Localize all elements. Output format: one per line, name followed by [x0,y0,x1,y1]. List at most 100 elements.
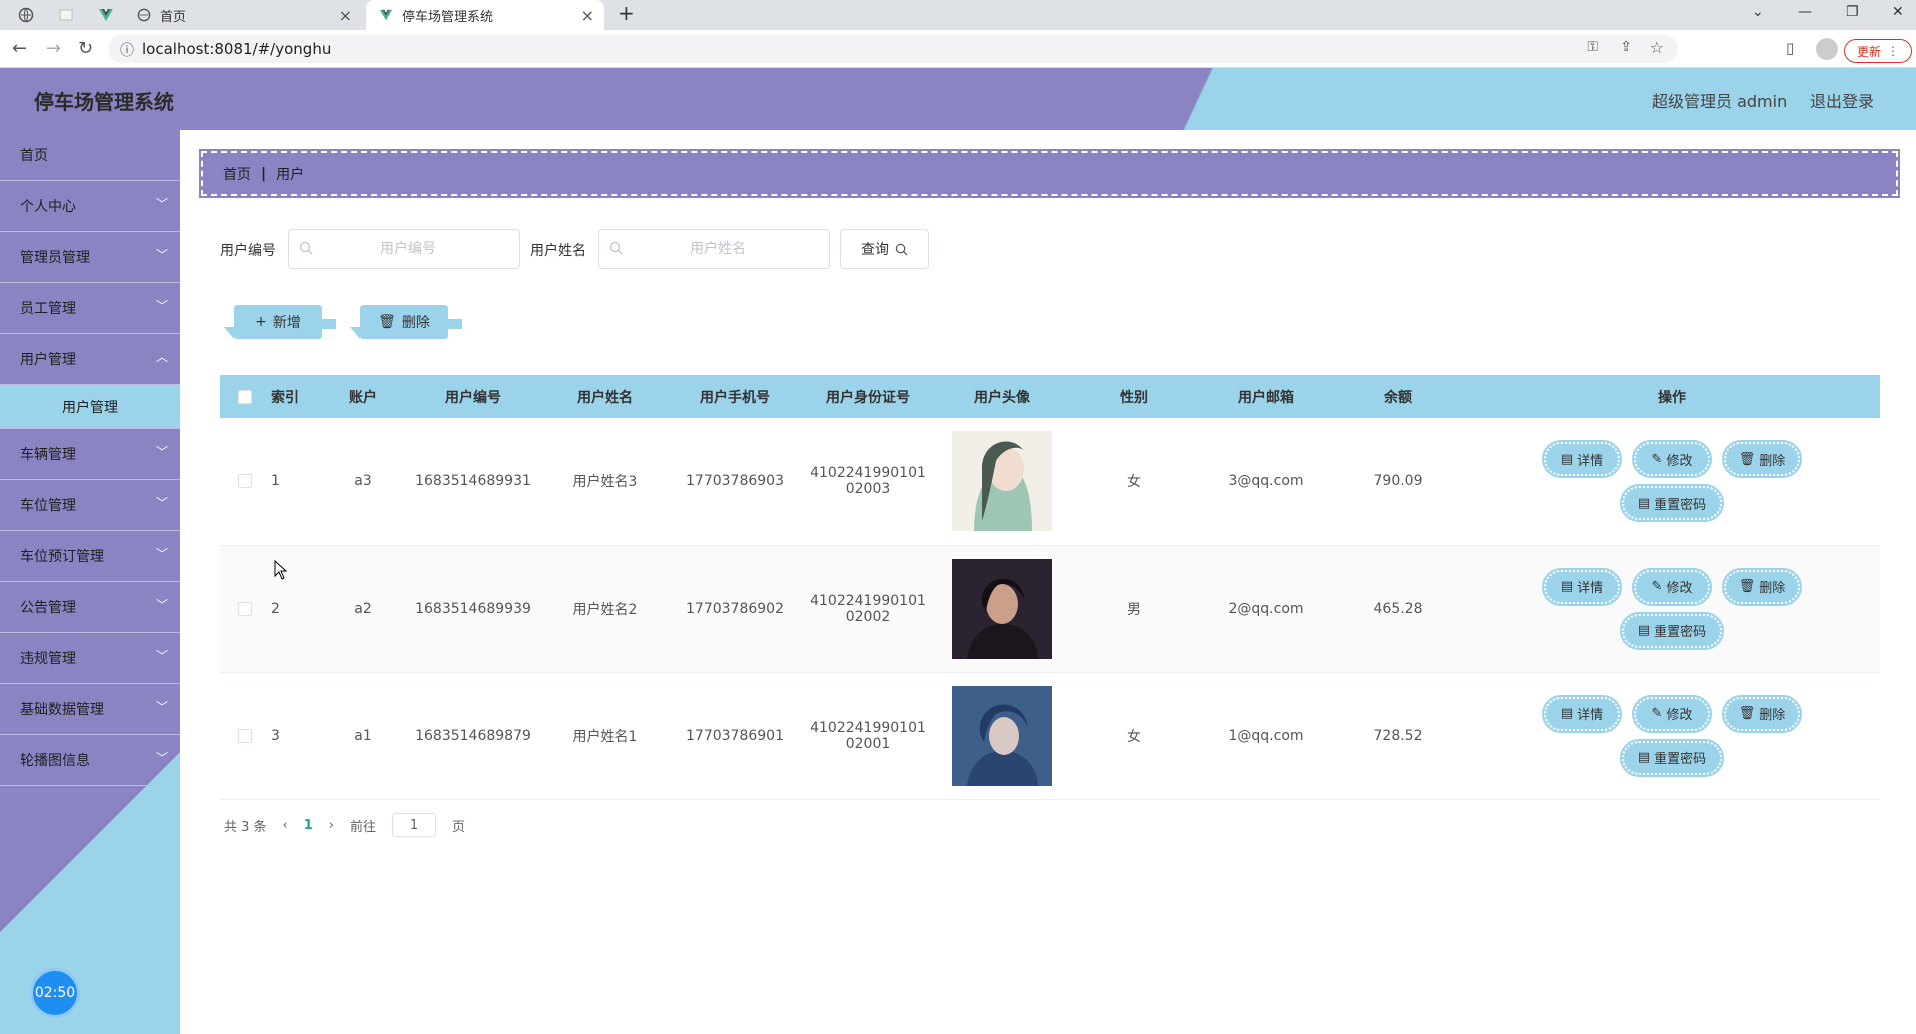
next-page-icon[interactable]: › [329,818,334,833]
sidebar-subitem-users[interactable]: 用户管理 [0,385,180,429]
document-icon: ▤ [1637,495,1651,511]
clock-badge[interactable]: 02:50 [30,968,80,1018]
avatar[interactable] [952,685,1052,786]
pencil-icon: ✎ [1651,451,1663,467]
chevron-down-icon: ﹀ [155,598,168,612]
sidebar-item-notices[interactable]: 公告管理 ﹀ [0,582,180,633]
edit-button[interactable]: ✎ 修改 [1632,694,1712,733]
page-icon[interactable] [58,7,74,23]
sidebar-item-profile[interactable]: 个人中心 ﹀ [0,181,180,232]
id-card-part1: 4102241990101 [810,465,926,482]
back-icon[interactable]: ← [12,38,27,59]
reset-password-button[interactable]: ▤ 重置密码 [1620,738,1724,777]
globe-icon[interactable] [18,7,34,23]
delete-button[interactable]: 🗑 删除 [1722,440,1802,479]
edit-button[interactable]: ✎ 修改 [1632,567,1712,606]
profile-avatar-icon[interactable] [1816,38,1838,60]
trash-icon: 🗑 [378,314,396,330]
chevron-down-icon: ﹀ [155,547,168,561]
batch-delete-button[interactable]: 🗑 删除 [350,305,462,339]
update-button[interactable]: 更新 ⋮ [1844,39,1912,63]
user-name-input[interactable] [633,230,803,268]
delete-button[interactable]: 🗑 删除 [1722,694,1802,733]
tab-home[interactable]: 首页 × [124,0,362,30]
row-checkbox[interactable] [238,728,252,743]
query-button[interactable]: 查询 [840,229,929,269]
user-code-input[interactable] [323,230,493,268]
sidebar-item-admin[interactable]: 管理员管理 ﹀ [0,232,180,283]
avatar[interactable] [952,431,1052,532]
sidebar-item-violations[interactable]: 违规管理 ﹀ [0,633,180,684]
delete-button[interactable]: 🗑 删除 [1722,567,1802,606]
cell-phone: 17703786901 [670,672,800,800]
sidebar-item-home[interactable]: 首页 [0,130,180,181]
detail-button[interactable]: ▤ 详情 [1542,567,1622,606]
sidebar-item-staff[interactable]: 员工管理 ﹀ [0,283,180,334]
chevron-down-icon: ﹀ [155,751,168,765]
cell-phone: 17703786902 [670,545,800,673]
sidebar-item-spaces[interactable]: 车位管理 ﹀ [0,480,180,531]
select-all-checkbox[interactable] [238,389,252,404]
document-icon: ▤ [1637,623,1651,638]
detail-button[interactable]: ▤ 详情 [1542,694,1622,733]
reset-password-label: 重置密码 [1654,752,1707,767]
tab-label: 首页 [160,9,187,25]
chevron-down-icon: ﹀ [155,700,168,714]
delete-label: 删除 [1759,708,1786,723]
goto-text: 前往 [350,819,377,835]
avatar[interactable] [952,558,1052,659]
edit-button[interactable]: ✎ 修改 [1632,440,1712,479]
column-header: 用户邮箱 [1200,375,1332,418]
delete-label: 删除 [401,315,430,331]
restore-icon[interactable]: ❐ [1846,4,1859,20]
cell-user-name: 用户姓名1 [540,672,670,800]
column-header: 操作 [1464,375,1880,418]
page-number[interactable]: 1 [304,818,313,833]
minimize-icon[interactable]: — [1798,4,1812,20]
column-header: 用户编号 [406,375,540,418]
star-icon[interactable]: ☆ [1650,38,1664,57]
column-header: 性别 [1068,375,1200,418]
document-icon: ▤ [1637,750,1651,765]
sidebar-item-reservations[interactable]: 车位预订管理 ﹀ [0,531,180,582]
edit-label: 修改 [1666,708,1693,723]
row-select-cell [220,672,270,800]
url-field[interactable]: ⓘ localhost:8081/#/yonghu ⚿ ⇪ ☆ [108,35,1678,63]
close-icon[interactable]: × [581,6,594,25]
user-name-field [598,229,830,269]
sidebar-item-carousel[interactable]: 轮播图信息 ﹀ [0,735,180,786]
logout-link[interactable]: 退出登录 [1810,88,1874,112]
reload-icon[interactable]: ↻ [78,38,93,59]
page-jump-input[interactable]: 1 [392,813,437,837]
new-tab-icon[interactable]: + [618,1,635,25]
cell-balance: 790.09 [1332,418,1464,546]
add-button[interactable]: + 新增 [224,305,336,339]
forward-icon[interactable]: → [46,38,61,59]
sidebar-item-vehicles[interactable]: 车辆管理 ﹀ [0,429,180,480]
row-checkbox[interactable] [238,474,252,489]
breadcrumb-home[interactable]: 首页 [223,164,251,184]
sidebar-item-users[interactable]: 用户管理 ︿ [0,334,180,385]
trash-icon: 🗑 [1738,706,1756,721]
reset-password-button[interactable]: ▤ 重置密码 [1620,484,1724,523]
vue-logo-icon[interactable] [98,7,114,23]
close-window-icon[interactable]: ✕ [1892,4,1904,20]
detail-button[interactable]: ▤ 详情 [1542,440,1622,479]
cell-balance: 465.28 [1332,545,1464,673]
chevron-down-icon[interactable]: ⌄ [1752,4,1764,20]
cell-phone: 17703786903 [670,418,800,546]
close-icon[interactable]: × [339,6,352,25]
cell-index: 3 [270,672,320,800]
cell-account: a2 [320,545,406,673]
sidebar-item-basedata[interactable]: 基础数据管理 ﹀ [0,684,180,735]
reset-password-button[interactable]: ▤ 重置密码 [1620,611,1724,650]
row-checkbox[interactable] [238,601,252,616]
cell-user-code: 1683514689939 [406,545,540,673]
chevron-down-icon: ﹀ [155,299,168,313]
prev-page-icon[interactable]: ‹ [283,818,288,833]
key-icon[interactable]: ⚿ [1587,39,1598,55]
sidepanel-icon[interactable]: ▯ [1786,39,1794,57]
detail-label: 详情 [1577,581,1604,596]
share-icon[interactable]: ⇪ [1620,39,1632,55]
tab-parking-system[interactable]: 停车场管理系统 × [366,0,604,30]
